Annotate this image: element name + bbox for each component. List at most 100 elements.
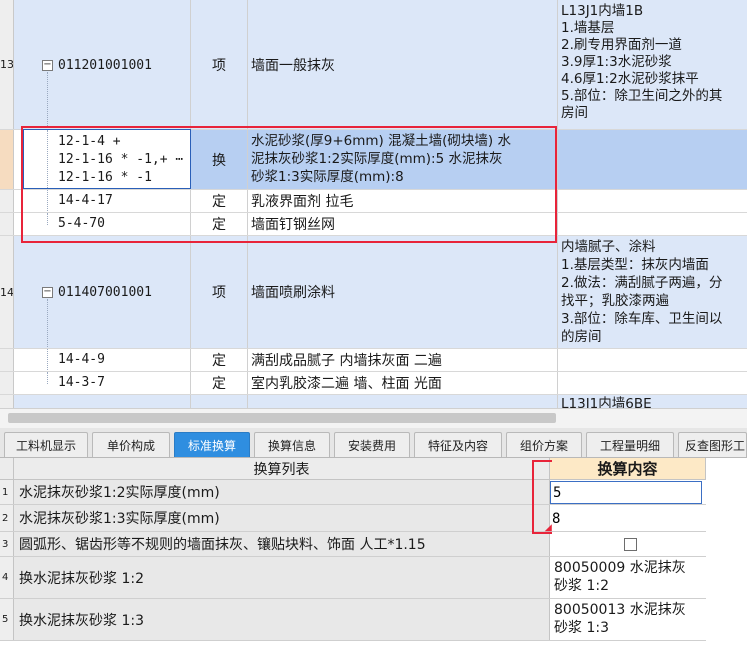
- tab-reverse-lookup[interactable]: 反查图形工: [678, 432, 747, 457]
- conversion-item: 换水泥抹灰砂浆 1:3: [14, 599, 550, 640]
- conversion-item: 圆弧形、锯齿形等不规则的墙面抹灰、镶贴块料、饰面 人工*1.15: [14, 532, 550, 556]
- tree-line: [47, 213, 48, 225]
- tab-labor-material[interactable]: 工料机显示: [4, 432, 88, 457]
- code-line: 12-1-4 +: [58, 134, 121, 149]
- type-cell: 项: [191, 0, 248, 129]
- type-cell: 定: [191, 372, 248, 394]
- code-cell[interactable]: − 011407001001: [14, 236, 191, 348]
- collapse-icon[interactable]: −: [42, 287, 53, 298]
- conversion-item: 换水泥抹灰砂浆 1:2: [14, 557, 550, 598]
- row-number: 1: [0, 480, 14, 504]
- table-row[interactable]: 13 − 011201001001 项 墙面一般抹灰 L13J1内墙1B 1.墙…: [0, 0, 747, 130]
- conversion-value-cell[interactable]: [550, 480, 706, 504]
- table-row[interactable]: 5 换水泥抹灰砂浆 1:3 80050013 水泥抹灰 砂浆 1:3: [0, 599, 706, 641]
- table-row[interactable]: 1 水泥抹灰砂浆1:2实际厚度(mm): [0, 480, 706, 505]
- features-cell: 内墙腻子、涂料 1.基层类型：抹灰内墙面 2.做法：满刮腻子两遍，分 找平；乳胶…: [558, 236, 747, 348]
- table-row[interactable]: 14-4-17 定 乳液界面剂 拉毛: [0, 190, 747, 213]
- conversion-value-cell[interactable]: 80050013 水泥抹灰 砂浆 1:3: [550, 599, 706, 640]
- code-cell[interactable]: 14-3-7: [14, 372, 191, 394]
- tab-install-fee[interactable]: 安装费用: [334, 432, 410, 457]
- code-text: 011201001001: [58, 58, 152, 73]
- type-cell: 换: [191, 130, 248, 189]
- features-cell: [558, 190, 747, 212]
- row-number: 13: [0, 0, 14, 129]
- tab-standard-conversion[interactable]: 标准换算: [174, 432, 250, 457]
- irregular-surface-checkbox[interactable]: [623, 537, 637, 551]
- code-cell[interactable]: 14-4-17: [14, 190, 191, 212]
- tree-line: [47, 372, 48, 384]
- code-cell[interactable]: 5-4-70: [14, 213, 191, 235]
- column-header-content: 换算内容: [550, 458, 706, 480]
- features-cell: [558, 372, 747, 394]
- tab-bar: 工料机显示 单价构成 标准换算 换算信息 安装费用 特征及内容 组价方案 工程量…: [0, 428, 747, 458]
- name-cell: 水泥砂浆(厚9+6mm) 混凝土墙(砌块墙) 水 泥抹灰砂浆1:2实际厚度(mm…: [248, 130, 558, 189]
- name-cell: 墙面钉钢丝网: [248, 213, 558, 235]
- tab-unit-price[interactable]: 单价构成: [92, 432, 170, 457]
- table-row[interactable]: 14 − 011407001001 项 墙面喷刷涂料 内墙腻子、涂料 1.基层类…: [0, 236, 747, 349]
- tree-line: [47, 349, 48, 371]
- name-cell: [248, 395, 558, 408]
- tab-pricing-plan[interactable]: 组价方案: [506, 432, 582, 457]
- features-cell: [558, 349, 747, 371]
- row-number: 14: [0, 236, 14, 348]
- row-number: 5: [0, 599, 14, 640]
- row-number: [0, 190, 14, 212]
- features-cell: [558, 213, 747, 235]
- table-row[interactable]: 5-4-70 定 墙面钉钢丝网: [0, 213, 747, 236]
- code-cell[interactable]: 14-4-9: [14, 349, 191, 371]
- code-cell[interactable]: [14, 395, 191, 408]
- conversion-item: 水泥抹灰砂浆1:3实际厚度(mm): [14, 505, 550, 531]
- tree-line: [47, 72, 48, 129]
- tree-line: [47, 299, 48, 348]
- code-text: 011407001001: [58, 285, 152, 300]
- code-cell[interactable]: − 011201001001: [14, 0, 191, 129]
- conversion-value-cell[interactable]: [550, 505, 706, 531]
- name-cell: 满刮成品腻子 内墙抹灰面 二遍: [248, 349, 558, 371]
- code-line: 12-1-16 * -1,+ ⋯: [58, 152, 184, 167]
- tab-features[interactable]: 特征及内容: [414, 432, 502, 457]
- tab-quantity-detail[interactable]: 工程量明细: [586, 432, 674, 457]
- row-number: [0, 130, 14, 189]
- tree-line: [47, 190, 48, 212]
- code-text: 14-3-7: [58, 375, 105, 390]
- quota-grid: 13 − 011201001001 项 墙面一般抹灰 L13J1内墙1B 1.墙…: [0, 0, 747, 408]
- scrollbar-thumb[interactable]: [8, 413, 556, 423]
- table-row[interactable]: L13J1内墙6BE: [0, 395, 747, 408]
- name-cell: 乳液界面剂 拉毛: [248, 190, 558, 212]
- table-row[interactable]: 2 水泥抹灰砂浆1:3实际厚度(mm): [0, 505, 706, 532]
- table-row[interactable]: 14-4-9 定 满刮成品腻子 内墙抹灰面 二遍: [0, 349, 747, 372]
- column-header-list: 换算列表: [14, 458, 550, 480]
- conversion-item: 水泥抹灰砂浆1:2实际厚度(mm): [14, 480, 550, 504]
- code-text: 14-4-17: [58, 193, 113, 208]
- row-number: 4: [0, 557, 14, 598]
- name-cell: 墙面喷刷涂料: [248, 236, 558, 348]
- type-cell: [191, 395, 248, 408]
- features-cell: L13J1内墙1B 1.墙基层 2.刷专用界面剂一道 3.9厚1:3水泥砂浆 4…: [558, 0, 747, 129]
- conversion-value-cell[interactable]: [550, 532, 706, 556]
- name-cell: 室内乳胶漆二遍 墙、柱面 光面: [248, 372, 558, 394]
- tab-conversion-info[interactable]: 换算信息: [254, 432, 330, 457]
- thickness-input-1-3[interactable]: [550, 507, 702, 530]
- conversion-grid: 换算列表 换算内容 1 水泥抹灰砂浆1:2实际厚度(mm) 2 水泥抹灰砂浆1:…: [0, 458, 747, 665]
- type-cell: 定: [191, 213, 248, 235]
- conversion-value-cell[interactable]: 80050009 水泥抹灰 砂浆 1:2: [550, 557, 706, 598]
- type-cell: 定: [191, 190, 248, 212]
- table-row[interactable]: 4 换水泥抹灰砂浆 1:2 80050009 水泥抹灰 砂浆 1:2: [0, 557, 706, 599]
- row-number: 2: [0, 505, 14, 531]
- collapse-icon[interactable]: −: [42, 60, 53, 71]
- row-number: [0, 395, 14, 408]
- code-text: 5-4-70: [58, 216, 105, 231]
- tree-line: [47, 130, 48, 189]
- table-row[interactable]: 3 圆弧形、锯齿形等不规则的墙面抹灰、镶贴块料、饰面 人工*1.15: [0, 532, 706, 557]
- row-number: [0, 372, 14, 394]
- row-number: 3: [0, 532, 14, 556]
- features-cell: L13J1内墙6BE: [558, 395, 747, 408]
- row-number-header: [0, 458, 14, 480]
- code-cell[interactable]: 12-1-4 + 12-1-16 * -1,+ ⋯ 12-1-16 * -1: [14, 130, 191, 189]
- table-row-selected[interactable]: 12-1-4 + 12-1-16 * -1,+ ⋯ 12-1-16 * -1 换…: [0, 130, 747, 190]
- horizontal-scrollbar[interactable]: [0, 408, 747, 428]
- thickness-input-1-2[interactable]: [550, 481, 702, 504]
- type-cell: 项: [191, 236, 248, 348]
- table-row[interactable]: 14-3-7 定 室内乳胶漆二遍 墙、柱面 光面: [0, 372, 747, 395]
- row-number: [0, 213, 14, 235]
